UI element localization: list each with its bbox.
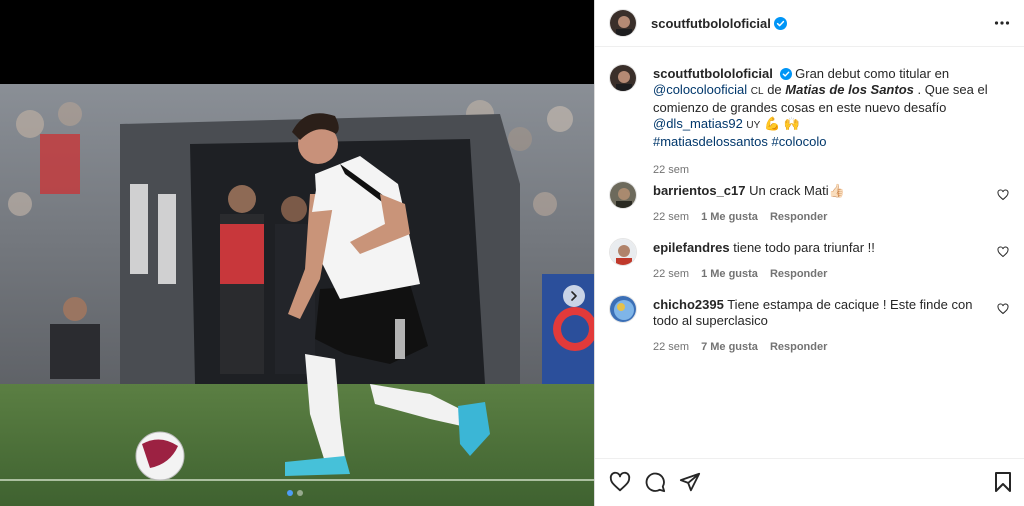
like-heart-icon[interactable] [609, 471, 631, 493]
post-photo[interactable] [0, 84, 594, 506]
hashtag-link[interactable]: #colocolo [772, 134, 827, 149]
comment-text: Un crack Mati👍🏻 [749, 183, 845, 198]
reply-button[interactable]: Responder [770, 209, 827, 225]
comment-time[interactable]: 22 sem [653, 339, 689, 355]
comment-meta: 22 sem 1 Me gusta Responder [653, 266, 993, 282]
comment-username[interactable]: chicho2395 [653, 297, 724, 312]
carousel-dot [297, 490, 303, 496]
player-name: Matias de los Santos [785, 82, 914, 97]
comment-username[interactable]: barrientos_c17 [653, 183, 746, 198]
hashtag-link[interactable]: #matiasdelossantos [653, 134, 768, 149]
caption-text: de [767, 82, 782, 97]
commenter-avatar[interactable] [609, 238, 637, 266]
comment-likes[interactable]: 1 Me gusta [701, 209, 758, 225]
comment-body: epilefandres tiene todo para triunfar !!… [653, 240, 993, 282]
caption-body: scoutfutbololoficial Gran debut como tit… [653, 66, 993, 178]
flag-uy: UY [746, 120, 761, 131]
comment-time[interactable]: 22 sem [653, 266, 689, 282]
comment-meta: 22 sem 7 Me gusta Responder [653, 339, 993, 355]
caption-username[interactable]: scoutfutbololoficial [653, 66, 773, 81]
carousel-next-button[interactable] [563, 285, 585, 307]
football-player-image [0, 84, 594, 506]
comment-likes[interactable]: 7 Me gusta [701, 339, 758, 355]
mention-link[interactable]: @colocolooficial [653, 82, 747, 97]
caption-avatar[interactable] [609, 64, 637, 92]
like-comment-heart-icon[interactable] [997, 303, 1009, 315]
caption-emojis: 💪 🙌 [763, 116, 800, 131]
comment-body: barrientos_c17 Un crack Mati👍🏻 22 sem 1 … [653, 183, 993, 225]
share-paper-plane-icon[interactable] [679, 471, 701, 493]
carousel-dot-active [287, 490, 293, 496]
flag-cl: CL [750, 86, 764, 97]
comment-text: tiene todo para triunfar !! [733, 240, 875, 255]
comment-likes[interactable]: 1 Me gusta [701, 266, 758, 282]
author-avatar[interactable] [609, 9, 637, 37]
more-horizontal-icon[interactable] [994, 15, 1010, 31]
post-media [0, 0, 594, 506]
verified-badge-icon [773, 16, 787, 30]
carousel-indicator [287, 490, 303, 496]
reply-button[interactable]: Responder [770, 339, 827, 355]
like-comment-heart-icon[interactable] [997, 246, 1009, 258]
author-username[interactable]: scoutfutbololoficial [651, 16, 771, 31]
commenter-avatar[interactable] [609, 181, 637, 209]
comment-username[interactable]: epilefandres [653, 240, 730, 255]
comment-bubble-icon[interactable] [644, 471, 666, 493]
chevron-right-icon [571, 291, 577, 301]
caption-time[interactable]: 22 sem [653, 162, 689, 178]
comment-body: chicho2395 Tiene estampa de cacique ! Es… [653, 297, 993, 355]
save-bookmark-icon[interactable] [993, 471, 1013, 493]
commenter-avatar[interactable] [609, 295, 637, 323]
post-side-panel: scoutfutbololoficial scoutfutbololoficia… [594, 0, 1024, 506]
post-actions-bar [595, 458, 1024, 506]
comment-time[interactable]: 22 sem [653, 209, 689, 225]
comments-list[interactable]: scoutfutbololoficial Gran debut como tit… [595, 48, 1024, 458]
caption-text: Gran debut como titular en [795, 66, 950, 81]
mention-link[interactable]: @dls_matias92 [653, 116, 743, 131]
reply-button[interactable]: Responder [770, 266, 827, 282]
verified-badge-icon [779, 68, 792, 80]
comment-meta: 22 sem 1 Me gusta Responder [653, 209, 993, 225]
post-header: scoutfutbololoficial [595, 0, 1024, 47]
caption-meta: 22 sem [653, 162, 993, 178]
like-comment-heart-icon[interactable] [997, 189, 1009, 201]
